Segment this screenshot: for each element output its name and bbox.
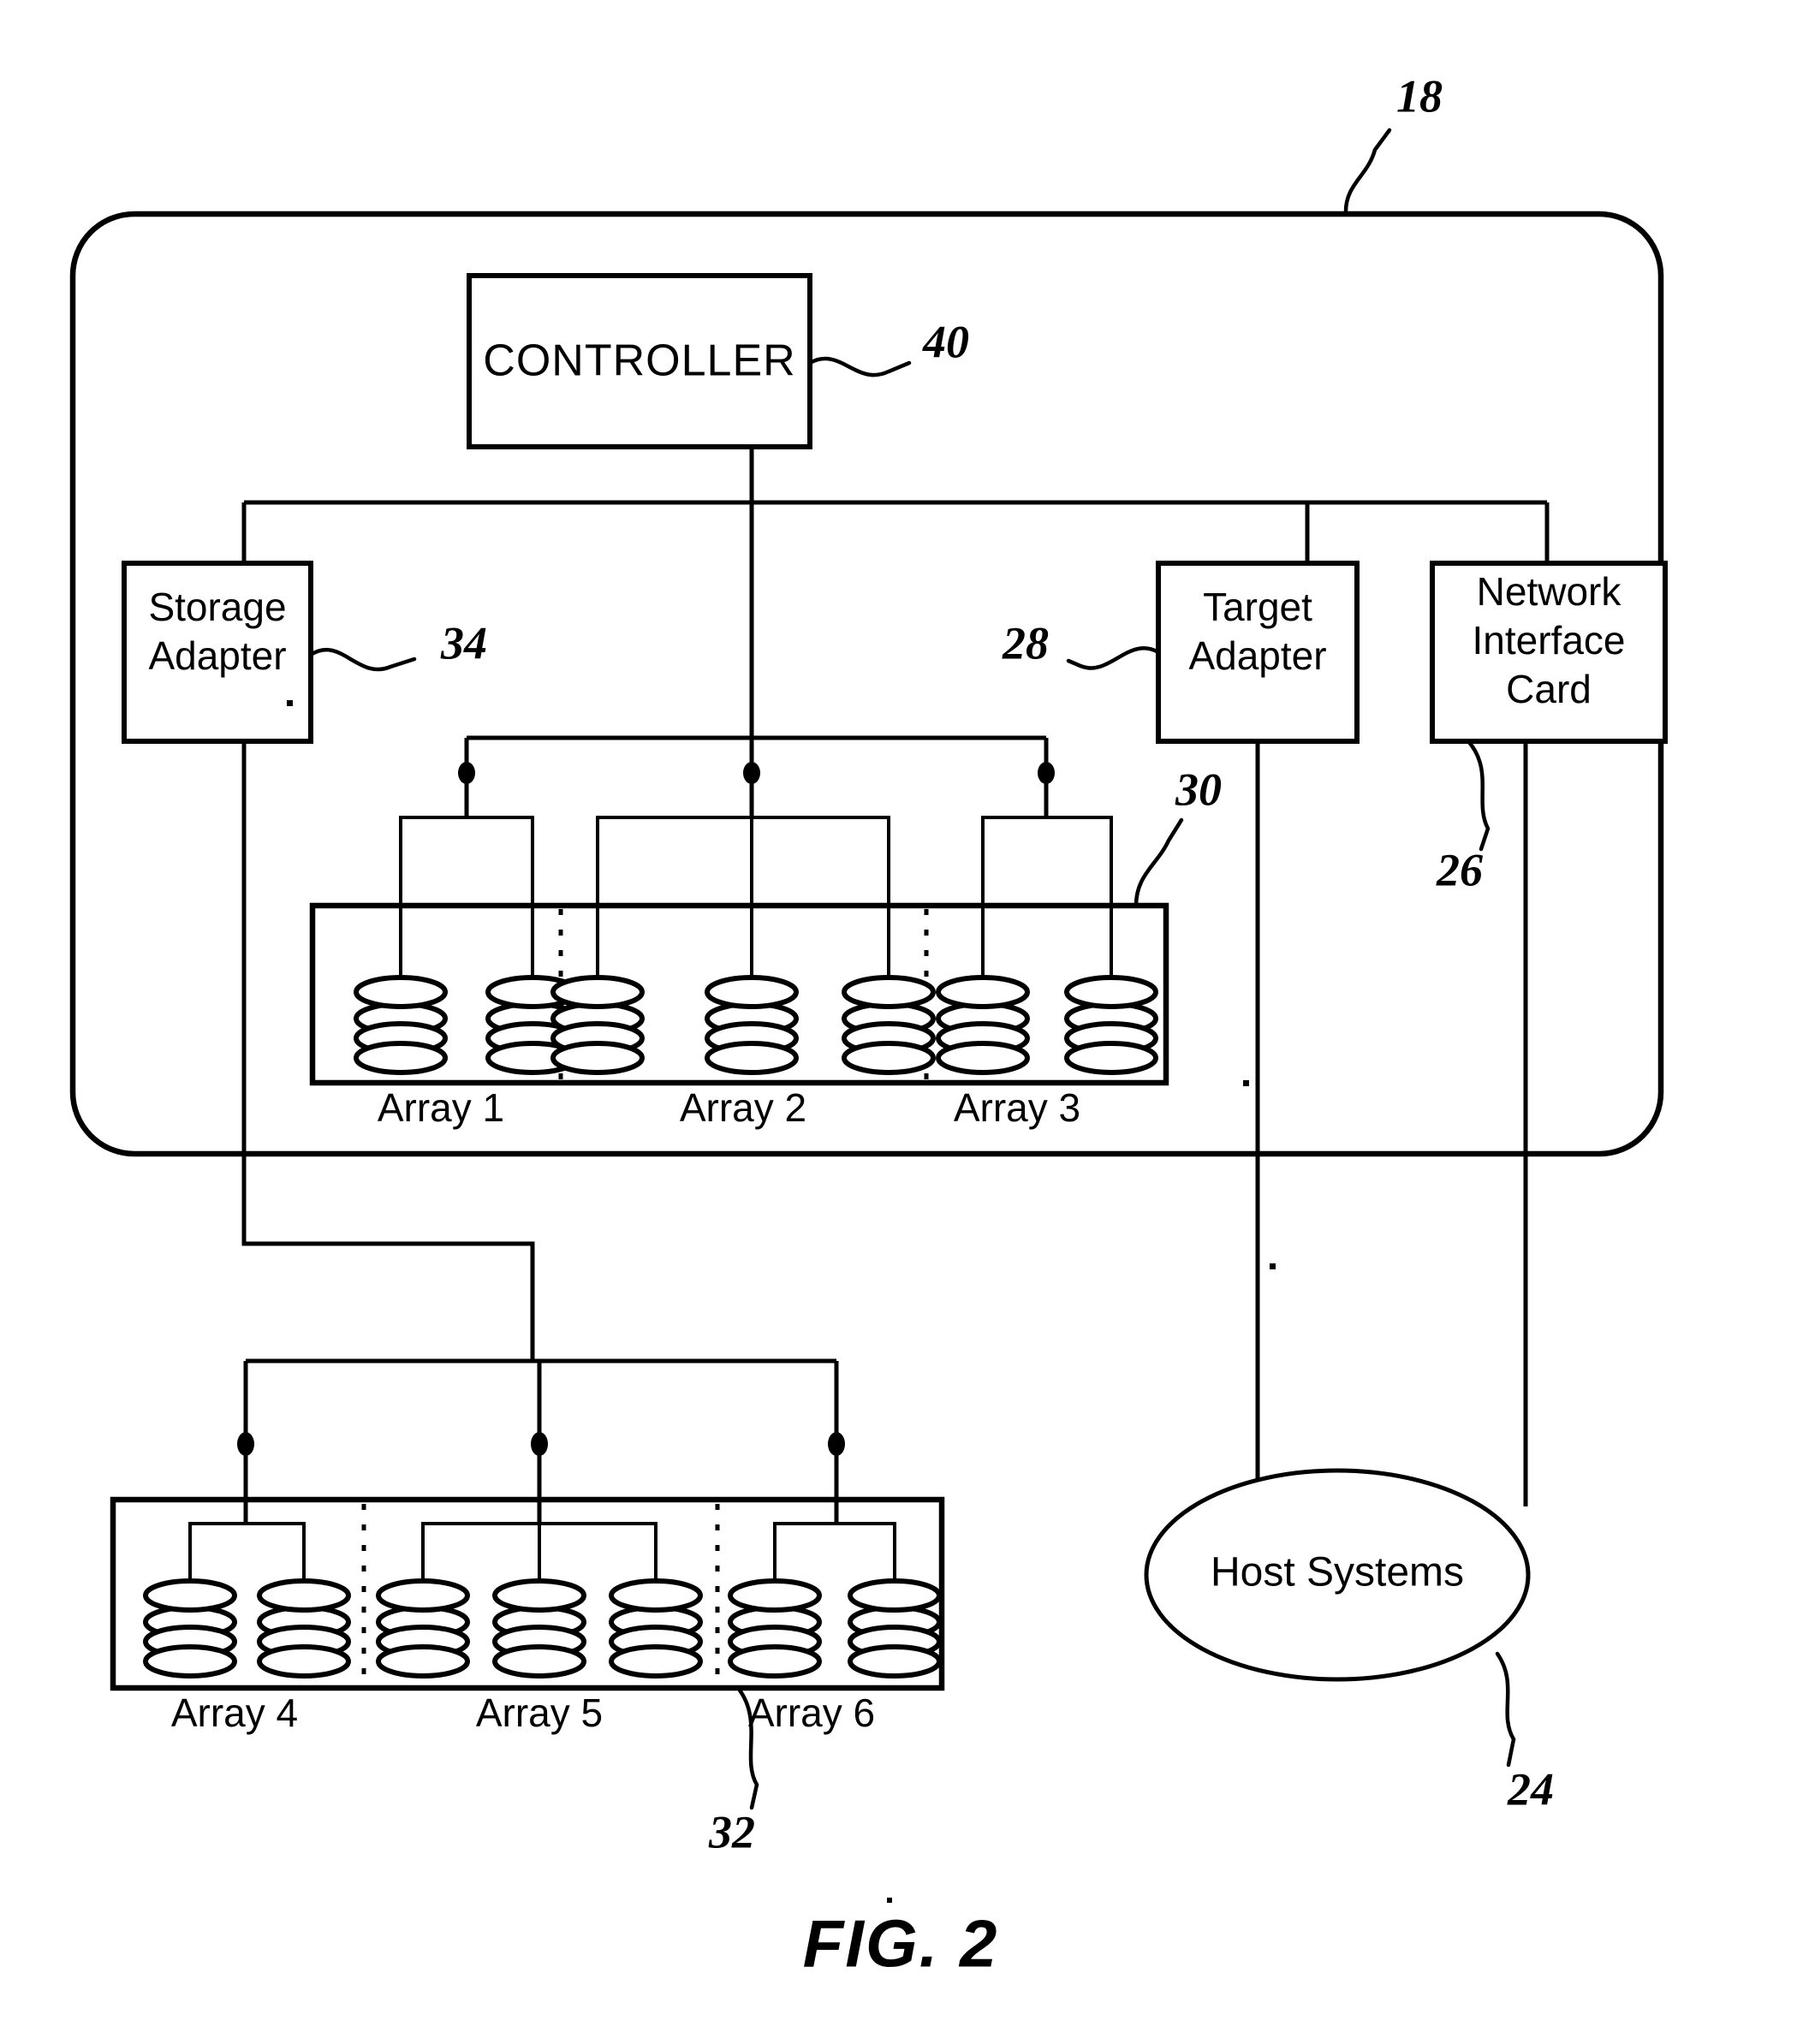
junction-dot-array6 bbox=[828, 1432, 845, 1456]
ref-32: 32 bbox=[708, 1806, 755, 1857]
target-adapter-label-line1: Target bbox=[1203, 585, 1312, 629]
array-label-3: Array 3 bbox=[954, 1085, 1080, 1130]
leader-30 bbox=[1134, 817, 1184, 908]
leader-26 bbox=[1466, 739, 1491, 852]
junction-dot-array3 bbox=[1038, 762, 1055, 784]
disk-stack bbox=[550, 975, 645, 1075]
scan-speck bbox=[1270, 1263, 1276, 1269]
disk-stack bbox=[376, 1578, 470, 1679]
disk-stack bbox=[728, 1578, 822, 1679]
ref-26: 26 bbox=[1436, 844, 1483, 895]
junction-dot-array5 bbox=[531, 1432, 548, 1456]
nic-label-line2: Interface bbox=[1473, 618, 1626, 663]
leader-34 bbox=[308, 647, 417, 672]
junction-dot-array1 bbox=[458, 762, 475, 784]
ref-18: 18 bbox=[1396, 70, 1443, 122]
array-label-4: Array 4 bbox=[171, 1690, 298, 1735]
array-label-6: Array 6 bbox=[748, 1690, 875, 1735]
ref-24: 24 bbox=[1507, 1763, 1554, 1815]
disk-stack bbox=[1064, 975, 1158, 1075]
scan-speck bbox=[887, 1898, 892, 1903]
storage-adapter-label-line2: Adapter bbox=[148, 633, 286, 678]
disk-stack bbox=[609, 1578, 703, 1679]
nic-label-line3: Card bbox=[1506, 667, 1592, 711]
scan-speck bbox=[287, 700, 293, 706]
controller-label: CONTROLLER bbox=[483, 336, 795, 386]
nic-label-line1: Network bbox=[1477, 569, 1622, 614]
disk-stack bbox=[842, 975, 936, 1075]
disk-stack bbox=[257, 1578, 351, 1679]
array-label-5: Array 5 bbox=[476, 1690, 603, 1735]
array-label-1: Array 1 bbox=[378, 1085, 504, 1130]
disk-stack bbox=[354, 975, 448, 1075]
storage-system-diagram: 18 CONTROLLER 40 Storage Adapter 34 Targ… bbox=[69, 70, 1668, 1982]
disk-stack bbox=[705, 975, 799, 1075]
target-adapter-label-line2: Adapter bbox=[1188, 633, 1326, 678]
array-label-2: Array 2 bbox=[680, 1085, 806, 1130]
patent-figure: 18 CONTROLLER 40 Storage Adapter 34 Targ… bbox=[0, 0, 1797, 2044]
disk-stack bbox=[143, 1578, 237, 1679]
junction-dot-array4 bbox=[237, 1432, 254, 1456]
storage-adapter-label-line1: Storage bbox=[148, 585, 286, 629]
disk-stack bbox=[936, 975, 1030, 1075]
leader-40 bbox=[807, 356, 912, 377]
leader-28 bbox=[1066, 645, 1161, 670]
junction-dot-array2 bbox=[743, 762, 760, 784]
ref-34: 34 bbox=[440, 617, 487, 668]
disk-stack bbox=[492, 1578, 586, 1679]
scan-speck bbox=[1243, 1080, 1249, 1086]
ref-28: 28 bbox=[1002, 617, 1049, 668]
leader-24 bbox=[1495, 1651, 1516, 1768]
host-systems-label: Host Systems bbox=[1211, 1550, 1464, 1595]
figure-caption: FIG. 2 bbox=[803, 1906, 999, 1982]
ref-30: 30 bbox=[1175, 764, 1222, 815]
disk-stack bbox=[848, 1578, 942, 1679]
ref-40: 40 bbox=[922, 316, 969, 367]
leader-18 bbox=[1343, 128, 1392, 214]
